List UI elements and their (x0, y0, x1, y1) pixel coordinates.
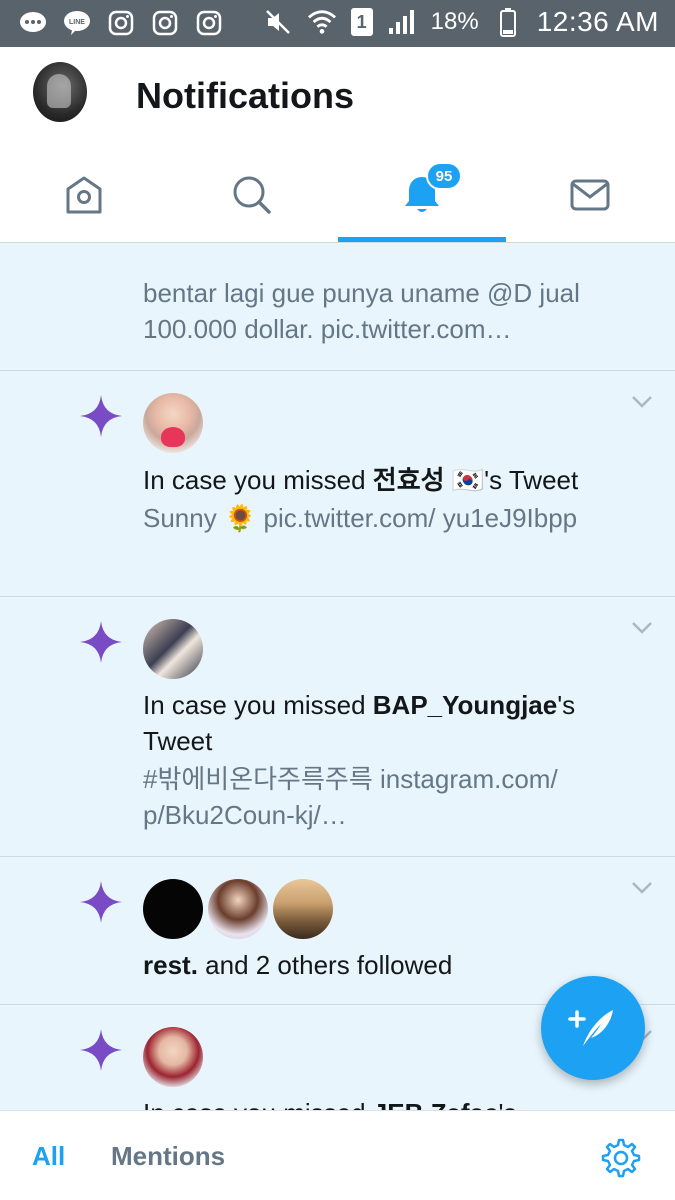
bottom-filter-bar: All Mentions (0, 1110, 675, 1200)
search-icon (233, 176, 271, 214)
filter-mentions-tab[interactable]: Mentions (111, 1141, 225, 1172)
messages-icon (570, 179, 610, 211)
compose-icon (568, 1010, 613, 1046)
home-icon (66, 176, 102, 214)
clock: 12:36 AM (536, 6, 659, 37)
tweet-text: bentar lagi gue punya uname @D jual 100.… (143, 278, 580, 344)
notification-item[interactable]: In case you missed 전효성 🇰🇷's Tweet Sunny … (0, 371, 675, 597)
header: Notifications (0, 47, 675, 147)
chat-icon (18, 8, 48, 38)
notification-text: rest. and 2 others followed (143, 947, 615, 983)
user-name[interactable]: BAP_Youngjae (373, 690, 557, 720)
sparkle-icon (80, 881, 122, 923)
status-bar-notification-icons: LINE (18, 8, 224, 38)
sparkle-icon (80, 395, 122, 437)
active-tab-indicator (338, 237, 506, 242)
notification-prefix: In case you missed (143, 1098, 373, 1110)
battery-icon (493, 7, 523, 37)
avatar[interactable] (273, 879, 333, 939)
instagram-icon (194, 8, 224, 38)
avatar[interactable] (143, 619, 203, 679)
settings-gear-icon[interactable] (600, 1137, 642, 1179)
instagram-icon (106, 8, 136, 38)
tab-home[interactable] (0, 147, 168, 243)
avatar[interactable] (208, 879, 268, 939)
user-name[interactable]: rest. (143, 950, 198, 980)
instagram-icon (150, 8, 180, 38)
chevron-down-icon[interactable] (631, 881, 653, 895)
tab-bar: 95 (0, 147, 675, 243)
tab-notifications[interactable] (338, 147, 506, 243)
avatar[interactable] (143, 393, 203, 453)
status-bar-system-icons: 1 18% 12:36 AM (263, 6, 659, 38)
notification-text: In case you missed BAP_Youngjae's Tweet (143, 687, 615, 759)
notification-item[interactable]: In case you missed BAP_Youngjae's Tweet … (0, 597, 675, 857)
tweet-preview: #밖에비온다주륵주륵 instagram.com/ p/Bku2Coun-kj/… (143, 764, 558, 830)
notification-text: In case you missed JEB Zafac's (143, 1095, 615, 1110)
notification-item[interactable]: bentar lagi gue punya uname @D jual 100.… (0, 243, 675, 371)
notification-suffix: 's (499, 1098, 517, 1110)
notification-suffix: and 2 others followed (197, 950, 453, 980)
notification-prefix: In case you missed (143, 465, 373, 495)
sparkle-icon (80, 621, 122, 663)
tab-messages[interactable] (506, 147, 674, 243)
notification-text: In case you missed 전효성 🇰🇷's Tweet (143, 462, 615, 498)
sparkle-icon (80, 1029, 122, 1071)
tweet-preview: Sunny 🌻 pic.twitter.com/ yu1eJ9Ibpp (143, 503, 578, 533)
compose-tweet-button[interactable] (541, 976, 645, 1080)
user-name[interactable]: 전효성 🇰🇷 (373, 465, 484, 495)
sim-indicator: 1 (350, 8, 373, 36)
signal-icon (387, 7, 417, 37)
wifi-icon (307, 7, 337, 37)
avatar[interactable] (143, 879, 203, 939)
chevron-down-icon[interactable] (631, 395, 653, 409)
status-bar: LINE 1 18% 12:36 AM (0, 0, 675, 47)
avatar[interactable] (143, 1027, 203, 1087)
notification-prefix: In case you missed (143, 690, 373, 720)
notification-count-badge: 95 (426, 162, 462, 190)
notification-suffix: 's Tweet (484, 465, 579, 495)
chevron-down-icon[interactable] (631, 621, 653, 635)
battery-percent: 18% (430, 8, 479, 35)
profile-avatar[interactable] (33, 62, 87, 122)
user-name[interactable]: JEB Zafac (373, 1098, 499, 1110)
filter-all-tab[interactable]: All (32, 1141, 65, 1172)
svg-text:LINE: LINE (69, 19, 85, 26)
line-icon: LINE (62, 8, 92, 38)
mute-icon (263, 7, 293, 37)
page-title: Notifications (136, 75, 355, 116)
tab-search[interactable] (168, 147, 336, 243)
